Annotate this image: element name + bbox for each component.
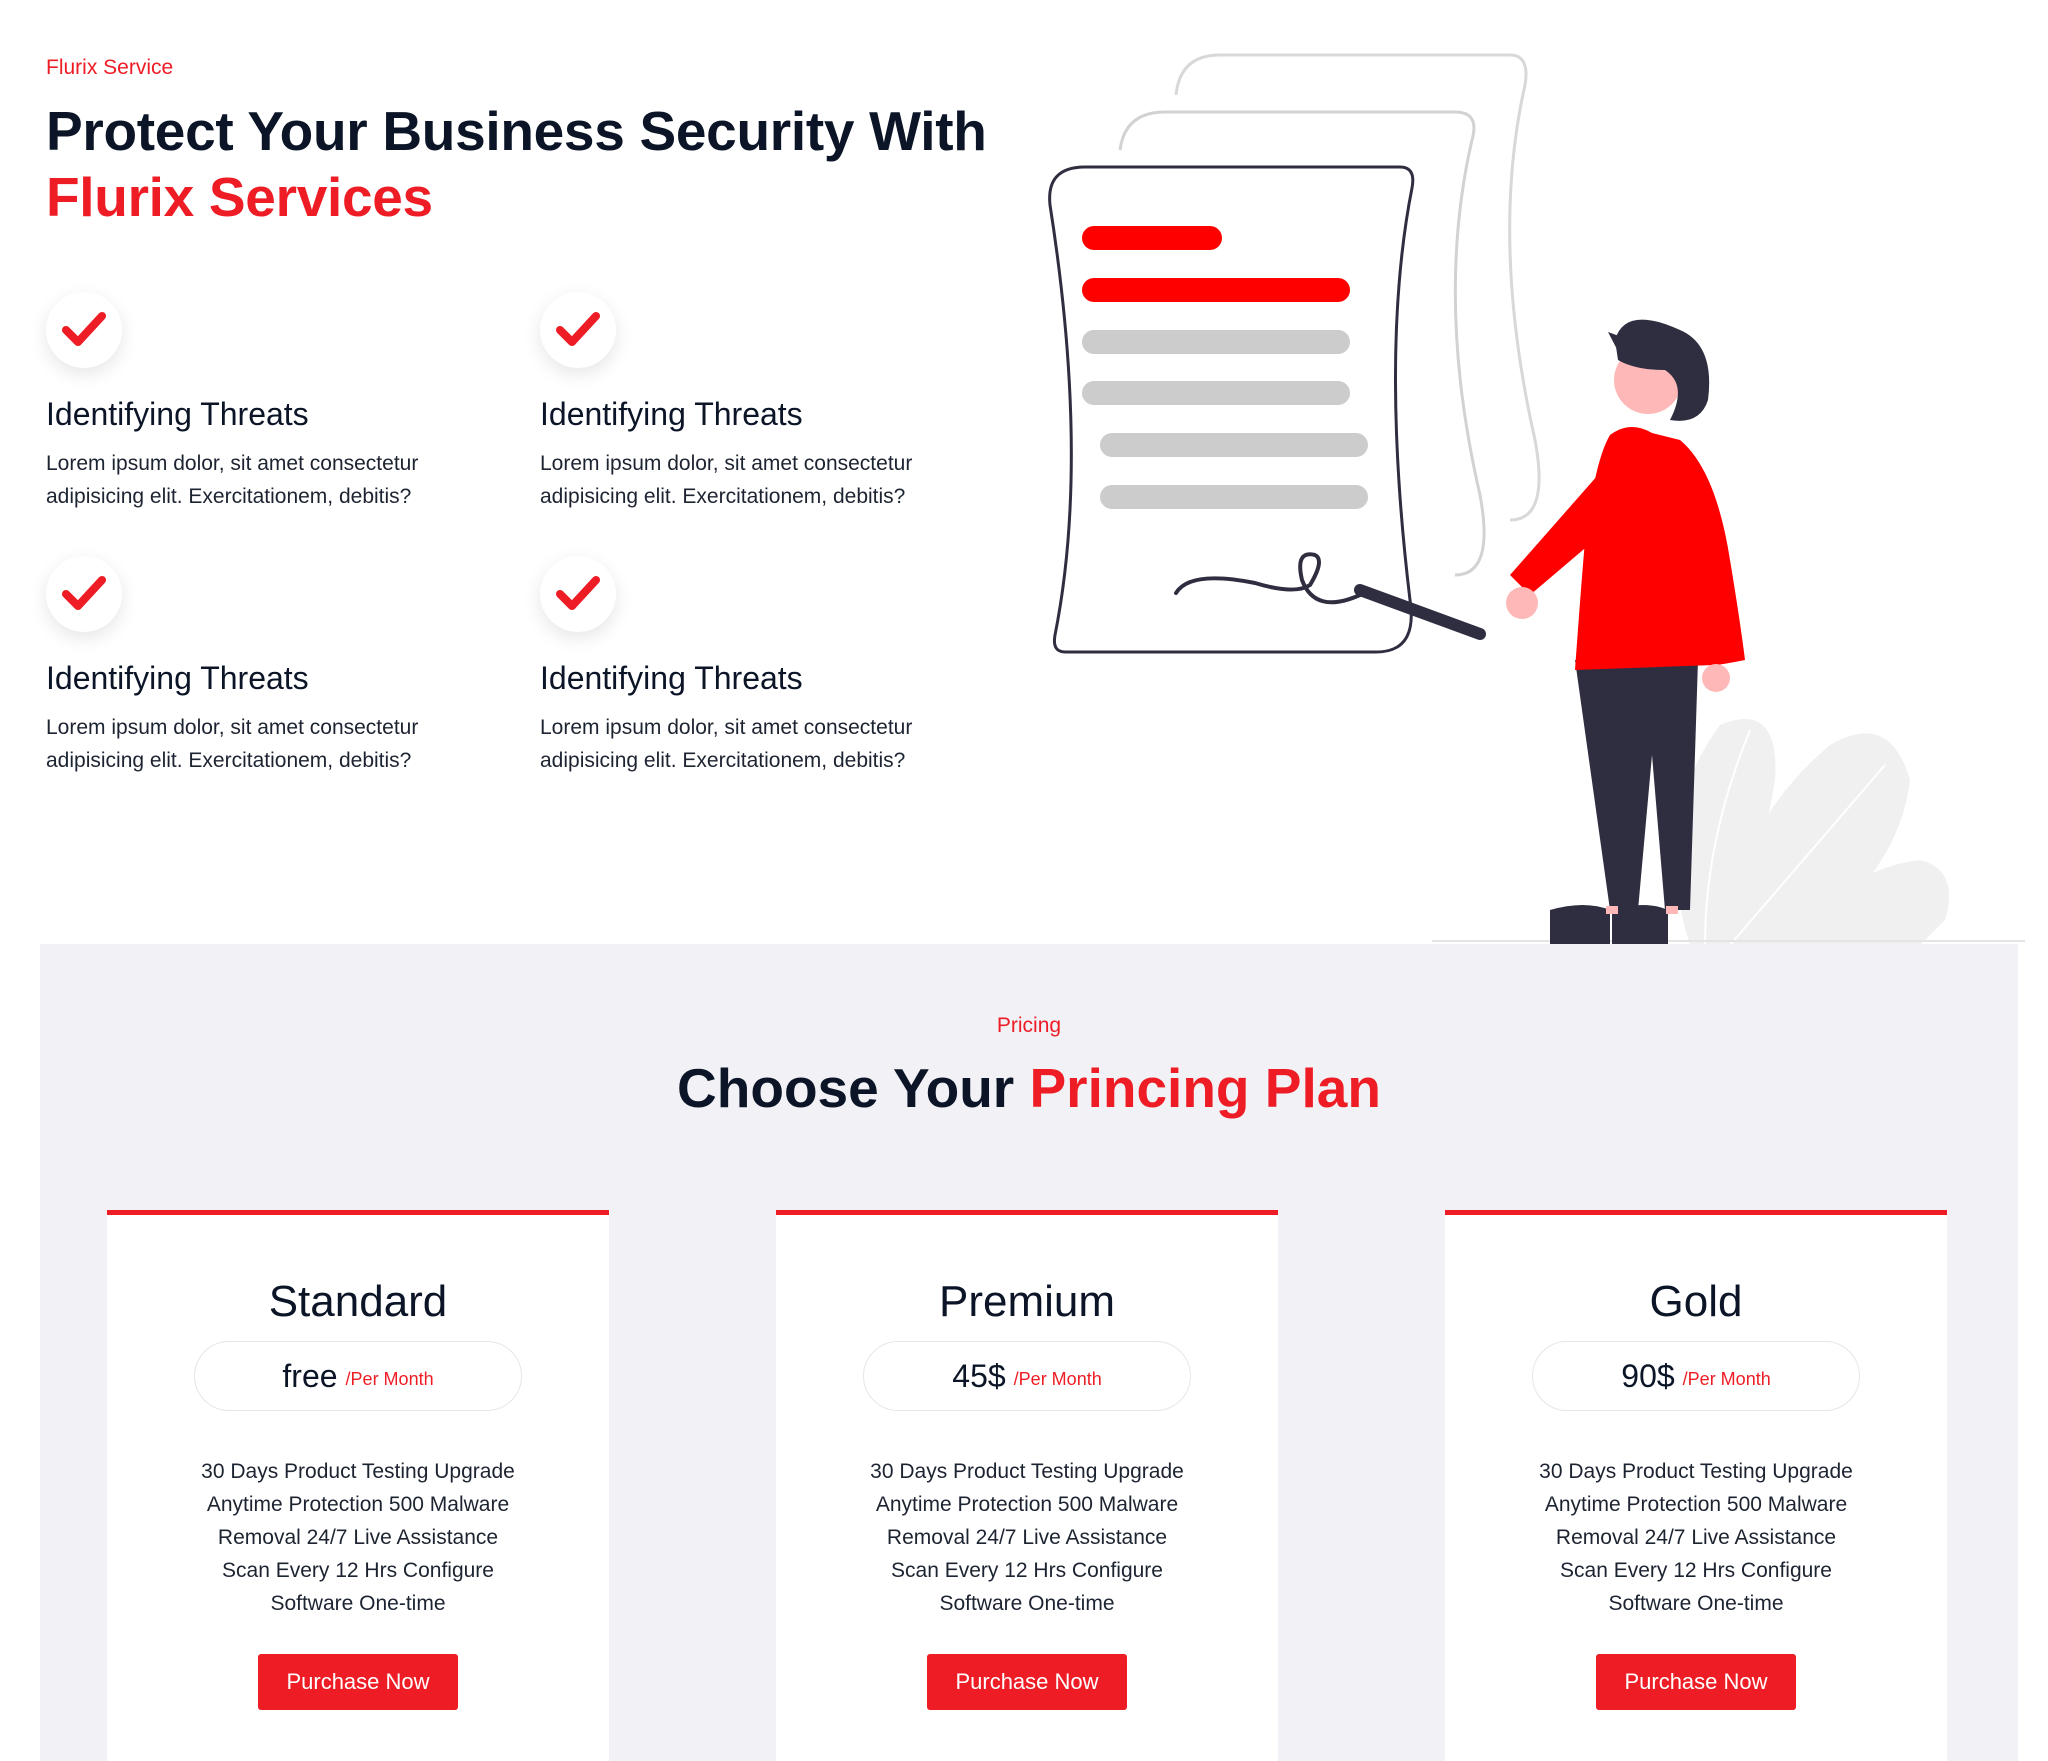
- signing-document-illustration: [1040, 40, 2025, 946]
- title-line-2: Flurix Services: [46, 166, 433, 228]
- price-pill: free /Per Month: [194, 1341, 522, 1411]
- feature-title: Identifying Threats: [46, 396, 309, 432]
- services-section: Flurix Service Protect Your Business Sec…: [0, 0, 2048, 946]
- plan-feature: Anytime Protection 500 Malware: [206, 1493, 510, 1516]
- feature-card: Identifying Threats Lorem ipsum dolor, s…: [540, 556, 980, 777]
- plan-price: 90$: [1621, 1357, 1675, 1394]
- title-line-1: Protect Your Business Security With: [46, 100, 987, 162]
- plan-feature: Software One-time: [939, 1592, 1115, 1615]
- pricing-card-premium: Premium 45$ /Per Month 30 Days Product T…: [776, 1210, 1278, 1761]
- feature-text: Lorem ipsum dolor, sit amet consectetur …: [46, 452, 419, 508]
- feature-text: Lorem ipsum dolor, sit amet consectetur …: [46, 716, 419, 772]
- feature-text: Lorem ipsum dolor, sit amet consectetur …: [540, 716, 913, 772]
- plan-feature: Removal 24/7 Live Assistance: [1555, 1526, 1837, 1549]
- pricing-eyebrow: Pricing: [996, 1014, 1062, 1037]
- plan-name: Gold: [1649, 1277, 1743, 1326]
- plan-feature: 30 Days Product Testing Upgrade: [1539, 1460, 1853, 1483]
- plan-features: 30 Days Product Testing Upgrade Anytime …: [1445, 1455, 1947, 1620]
- plan-feature: 30 Days Product Testing Upgrade: [870, 1460, 1184, 1483]
- pricing-section: Pricing Choose Your Princing Plan Standa…: [40, 944, 2018, 1761]
- check-icon: [540, 292, 616, 368]
- plan-feature: Removal 24/7 Live Assistance: [217, 1526, 499, 1549]
- plan-feature: 30 Days Product Testing Upgrade: [201, 1460, 515, 1483]
- check-icon: [46, 556, 122, 632]
- plan-feature: Scan Every 12 Hrs Configure: [891, 1559, 1163, 1582]
- feature-text: Lorem ipsum dolor, sit amet consectetur …: [540, 452, 913, 508]
- plan-feature: Scan Every 12 Hrs Configure: [1560, 1559, 1832, 1582]
- feature-card: Identifying Threats Lorem ipsum dolor, s…: [46, 292, 486, 513]
- plan-period: /Per Month: [1682, 1368, 1771, 1389]
- price-pill: 90$ /Per Month: [1532, 1341, 1860, 1411]
- plan-features: 30 Days Product Testing Upgrade Anytime …: [776, 1455, 1278, 1620]
- purchase-button-premium[interactable]: Purchase Now: [927, 1654, 1127, 1710]
- section-eyebrow: Flurix Service: [46, 56, 174, 79]
- plan-feature: Scan Every 12 Hrs Configure: [222, 1559, 494, 1582]
- feature-card: Identifying Threats Lorem ipsum dolor, s…: [540, 292, 980, 513]
- plan-feature: Software One-time: [1608, 1592, 1784, 1615]
- plan-price: free: [282, 1357, 338, 1394]
- plan-feature: Anytime Protection 500 Malware: [1544, 1493, 1848, 1516]
- plan-features: 30 Days Product Testing Upgrade Anytime …: [107, 1455, 609, 1620]
- plan-period: /Per Month: [345, 1368, 434, 1389]
- purchase-button-standard[interactable]: Purchase Now: [258, 1654, 458, 1710]
- pricing-title: Choose Your Princing Plan: [40, 1056, 2018, 1120]
- pricing-title-accent: Princing Plan: [1029, 1057, 1381, 1119]
- pricing-title-plain: Choose Your: [677, 1057, 1030, 1119]
- feature-title: Identifying Threats: [540, 396, 803, 432]
- plan-feature: Removal 24/7 Live Assistance: [886, 1526, 1168, 1549]
- plan-name: Premium: [938, 1277, 1116, 1326]
- feature-title: Identifying Threats: [46, 660, 309, 696]
- plan-period: /Per Month: [1013, 1368, 1102, 1389]
- pricing-card-gold: Gold 90$ /Per Month 30 Days Product Test…: [1445, 1210, 1947, 1761]
- check-icon: [46, 292, 122, 368]
- plan-name: Standard: [268, 1277, 448, 1326]
- feature-card: Identifying Threats Lorem ipsum dolor, s…: [46, 556, 486, 777]
- pricing-card-standard: Standard free /Per Month 30 Days Product…: [107, 1210, 609, 1761]
- plan-price: 45$: [952, 1357, 1006, 1394]
- check-icon: [540, 556, 616, 632]
- feature-title: Identifying Threats: [540, 660, 803, 696]
- plan-feature: Anytime Protection 500 Malware: [875, 1493, 1179, 1516]
- price-pill: 45$ /Per Month: [863, 1341, 1191, 1411]
- plan-feature: Software One-time: [270, 1592, 446, 1615]
- section-title: Protect Your Business Security With Flur…: [46, 98, 1006, 230]
- purchase-button-gold[interactable]: Purchase Now: [1596, 1654, 1796, 1710]
